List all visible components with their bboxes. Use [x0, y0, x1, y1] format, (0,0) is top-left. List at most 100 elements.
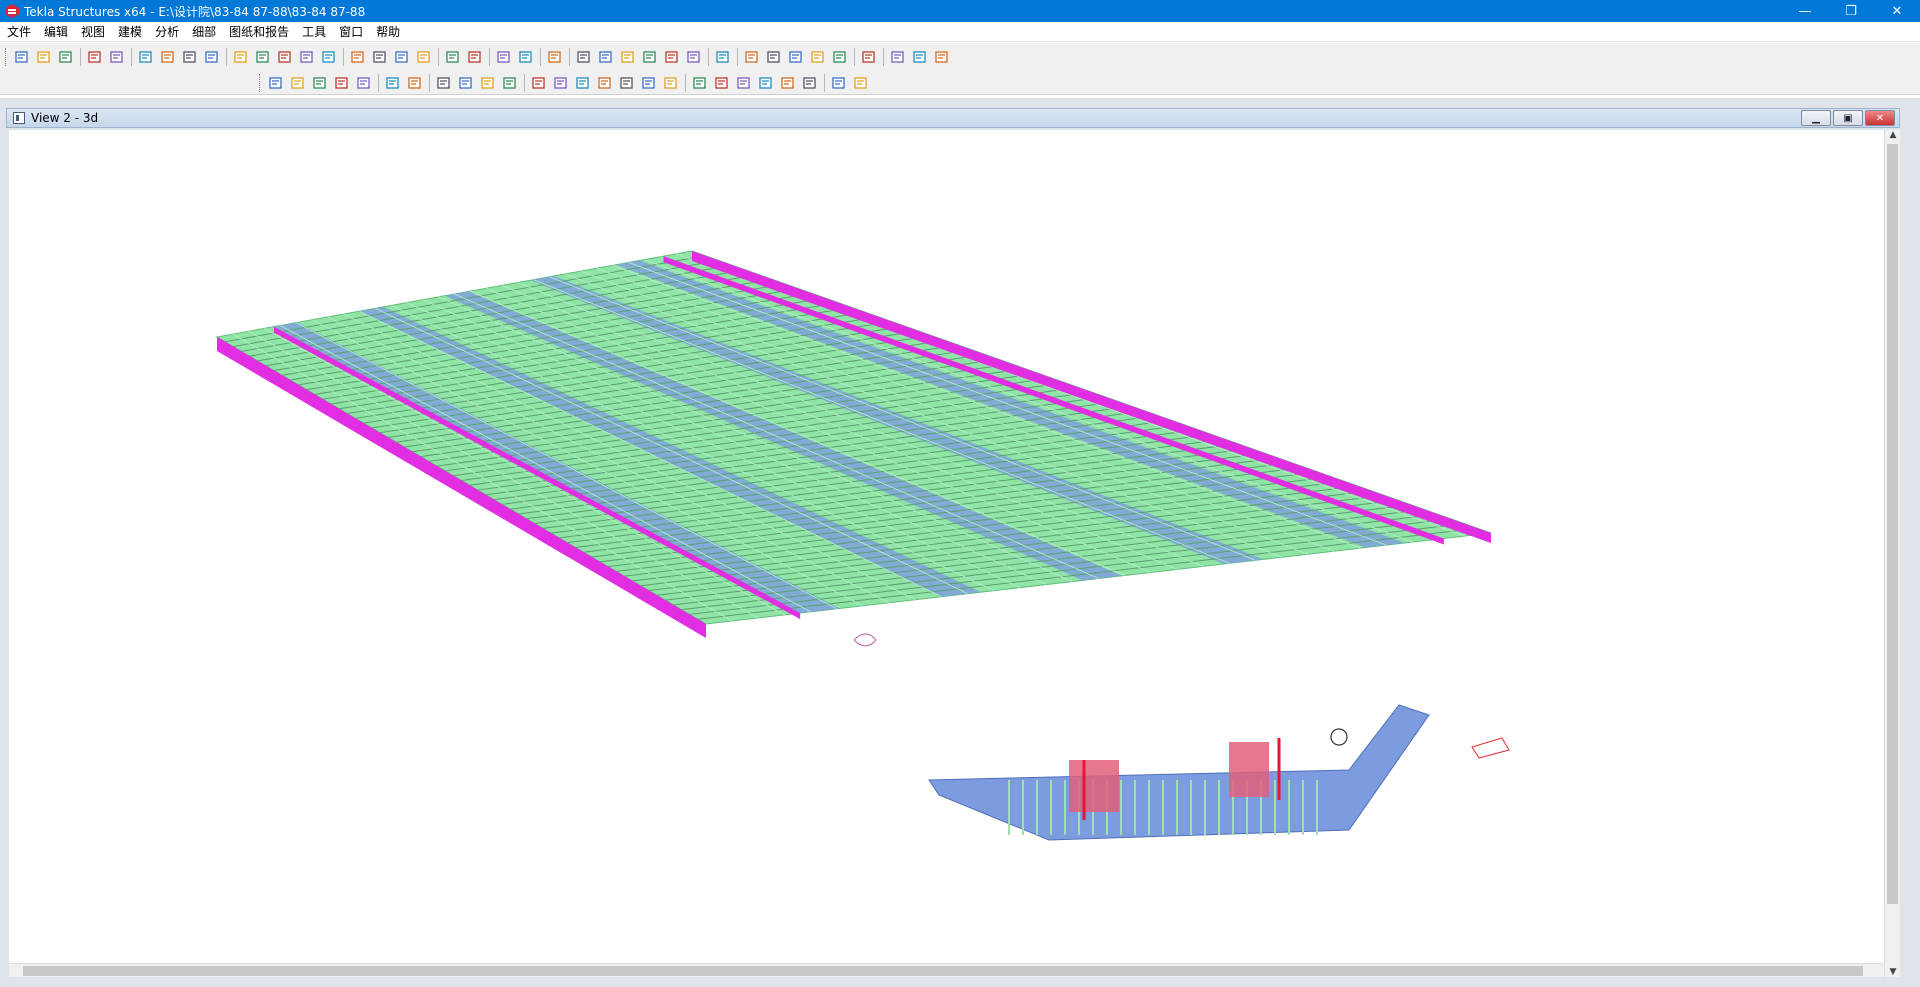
snapshot-button[interactable]	[684, 47, 704, 67]
comp1-button[interactable]	[595, 73, 615, 93]
comp2-button[interactable]	[617, 73, 637, 93]
sel2-button[interactable]	[764, 47, 784, 67]
box-girder-underside[interactable]	[928, 704, 1430, 841]
line4-button[interactable]	[756, 73, 776, 93]
views-button[interactable]	[275, 47, 295, 67]
toolbar-grip[interactable]	[5, 48, 8, 66]
view-titlebar[interactable]: View 2 - 3d ▁ ▣ ✕	[6, 108, 1900, 128]
sel3-button[interactable]	[786, 47, 806, 67]
menu-window[interactable]: 窗口	[333, 23, 369, 40]
work-plane-symbol[interactable]	[1471, 737, 1510, 759]
line6-button[interactable]	[800, 73, 820, 93]
horizontal-scrollbar[interactable]	[9, 963, 1884, 977]
help-pointer-button[interactable]	[545, 47, 565, 67]
paste-button[interactable]	[180, 47, 200, 67]
save-button[interactable]	[56, 47, 76, 67]
sel1-button[interactable]	[742, 47, 762, 67]
redo-button[interactable]	[107, 47, 127, 67]
model-canvas-3d[interactable]: ▲ ▼	[9, 130, 1900, 977]
weld-button[interactable]	[551, 73, 571, 93]
plate-beam-button[interactable]	[354, 73, 374, 93]
move-button[interactable]	[158, 47, 178, 67]
measure-button[interactable]	[829, 73, 849, 93]
column-button[interactable]	[266, 73, 286, 93]
menu-file[interactable]: 文件	[1, 23, 37, 40]
toolbar-grip[interactable]	[259, 74, 262, 92]
scroll-down-icon[interactable]: ▼	[1888, 967, 1898, 977]
plate-button[interactable]	[500, 73, 520, 93]
arc-button[interactable]	[662, 47, 682, 67]
copy-button[interactable]	[136, 47, 156, 67]
more3-button[interactable]	[932, 47, 952, 67]
beam-button[interactable]	[288, 73, 308, 93]
comp4-button[interactable]	[661, 73, 681, 93]
anchor-button[interactable]	[405, 73, 425, 93]
info-button[interactable]	[516, 47, 536, 67]
select-button[interactable]	[319, 47, 339, 67]
numbering-button[interactable]	[202, 47, 222, 67]
catalog-button[interactable]	[414, 47, 434, 67]
reports-button[interactable]	[392, 47, 412, 67]
line3-button[interactable]	[734, 73, 754, 93]
cut-button[interactable]	[297, 47, 317, 67]
diaphragm-right[interactable]	[1229, 742, 1269, 797]
origin-marker[interactable]	[853, 633, 877, 647]
view-button[interactable]	[231, 47, 251, 67]
bridge-deck-model[interactable]	[9, 130, 1884, 963]
window-button[interactable]	[253, 47, 273, 67]
tekla-button[interactable]	[859, 47, 879, 67]
sel5-button[interactable]	[830, 47, 850, 67]
binoculars-button[interactable]	[434, 73, 454, 93]
line5-button[interactable]	[778, 73, 798, 93]
new-button[interactable]	[12, 47, 32, 67]
drawing-button[interactable]	[348, 47, 368, 67]
menu-modeling[interactable]: 建模	[112, 23, 148, 40]
bolt-button[interactable]	[529, 73, 549, 93]
vertical-scroll-thumb[interactable]	[1887, 144, 1898, 904]
undo-button[interactable]	[85, 47, 105, 67]
vertical-scrollbar[interactable]: ▲ ▼	[1884, 130, 1900, 977]
menu-help[interactable]: 帮助	[370, 23, 406, 40]
grid-button[interactable]	[574, 47, 594, 67]
open-button[interactable]	[34, 47, 54, 67]
scroll-up-icon[interactable]: ▲	[1888, 130, 1898, 140]
diaphragm-left[interactable]	[1069, 760, 1119, 812]
dim-button[interactable]	[618, 47, 638, 67]
more-button[interactable]	[888, 47, 908, 67]
snap-button[interactable]	[443, 47, 463, 67]
magic-button[interactable]	[713, 47, 733, 67]
circle-button[interactable]	[851, 73, 871, 93]
minimize-button[interactable]: —	[1782, 0, 1828, 22]
snap2-button[interactable]	[465, 47, 485, 67]
line2-button[interactable]	[712, 73, 732, 93]
horizontal-scroll-thumb[interactable]	[23, 966, 1863, 976]
inquire-button[interactable]	[494, 47, 514, 67]
restore-button[interactable]: ❐	[1828, 0, 1874, 22]
angle-button[interactable]	[640, 47, 660, 67]
assembly-button[interactable]	[456, 73, 476, 93]
poly-beam-button[interactable]	[310, 73, 330, 93]
menu-edit[interactable]: 编辑	[38, 23, 74, 40]
menu-view[interactable]: 视图	[75, 23, 111, 40]
close-button[interactable]: ✕	[1874, 0, 1920, 22]
view-close-button[interactable]: ✕	[1865, 110, 1895, 126]
grid-line-button[interactable]	[478, 73, 498, 93]
menu-detailing[interactable]: 细部	[186, 23, 222, 40]
manhole-circle[interactable]	[1330, 728, 1348, 746]
drawing-list-button[interactable]	[370, 47, 390, 67]
curved-beam-button[interactable]	[332, 73, 352, 93]
more2-button[interactable]	[910, 47, 930, 67]
menu-drawings-reports[interactable]: 图纸和报告	[223, 23, 295, 40]
view-restore-button[interactable]: ▣	[1833, 110, 1863, 126]
toolbar-separator	[737, 48, 738, 66]
part-button[interactable]	[573, 73, 593, 93]
view-minimize-button[interactable]: ▁	[1801, 110, 1831, 126]
rebar-button[interactable]	[383, 73, 403, 93]
menu-analysis[interactable]: 分析	[149, 23, 185, 40]
sel4-button[interactable]	[808, 47, 828, 67]
comp3-button[interactable]	[639, 73, 659, 93]
menu-tools[interactable]: 工具	[296, 23, 332, 40]
undo-icon	[88, 51, 101, 63]
grid2-button[interactable]	[596, 47, 616, 67]
line-button[interactable]	[690, 73, 710, 93]
